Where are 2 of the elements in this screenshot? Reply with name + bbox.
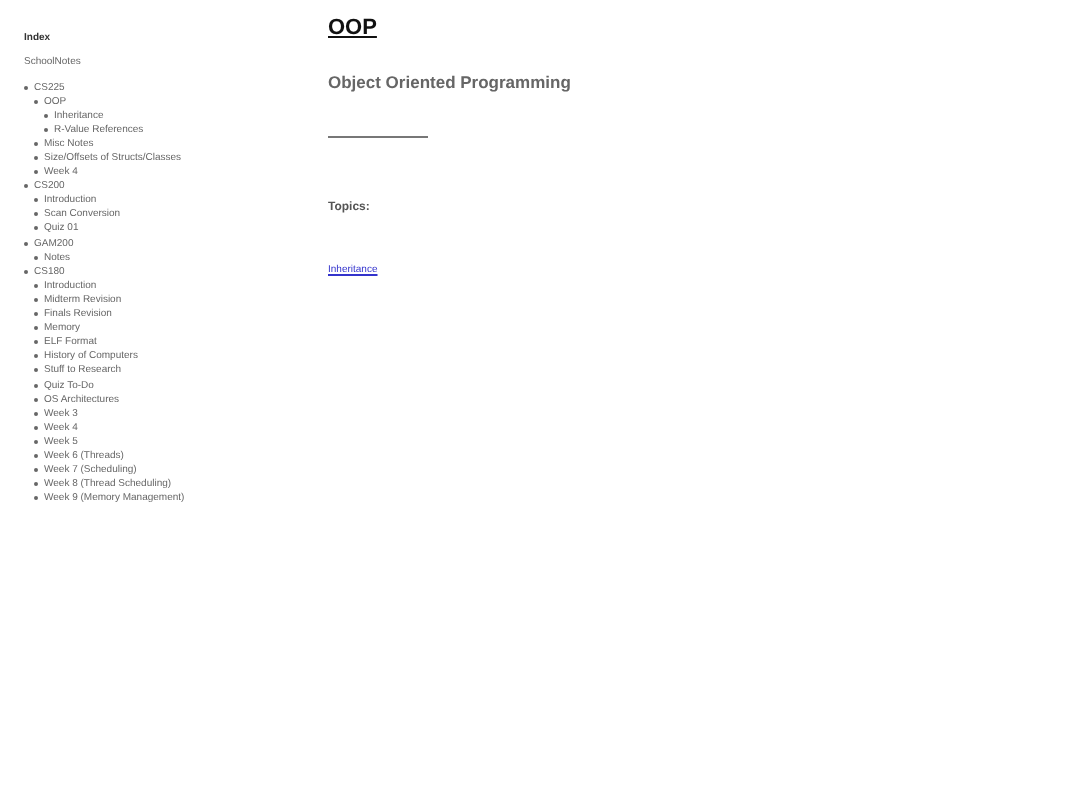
page-subtitle: Object Oriented Programming (328, 72, 571, 92)
page-title: OOP (328, 16, 377, 42)
